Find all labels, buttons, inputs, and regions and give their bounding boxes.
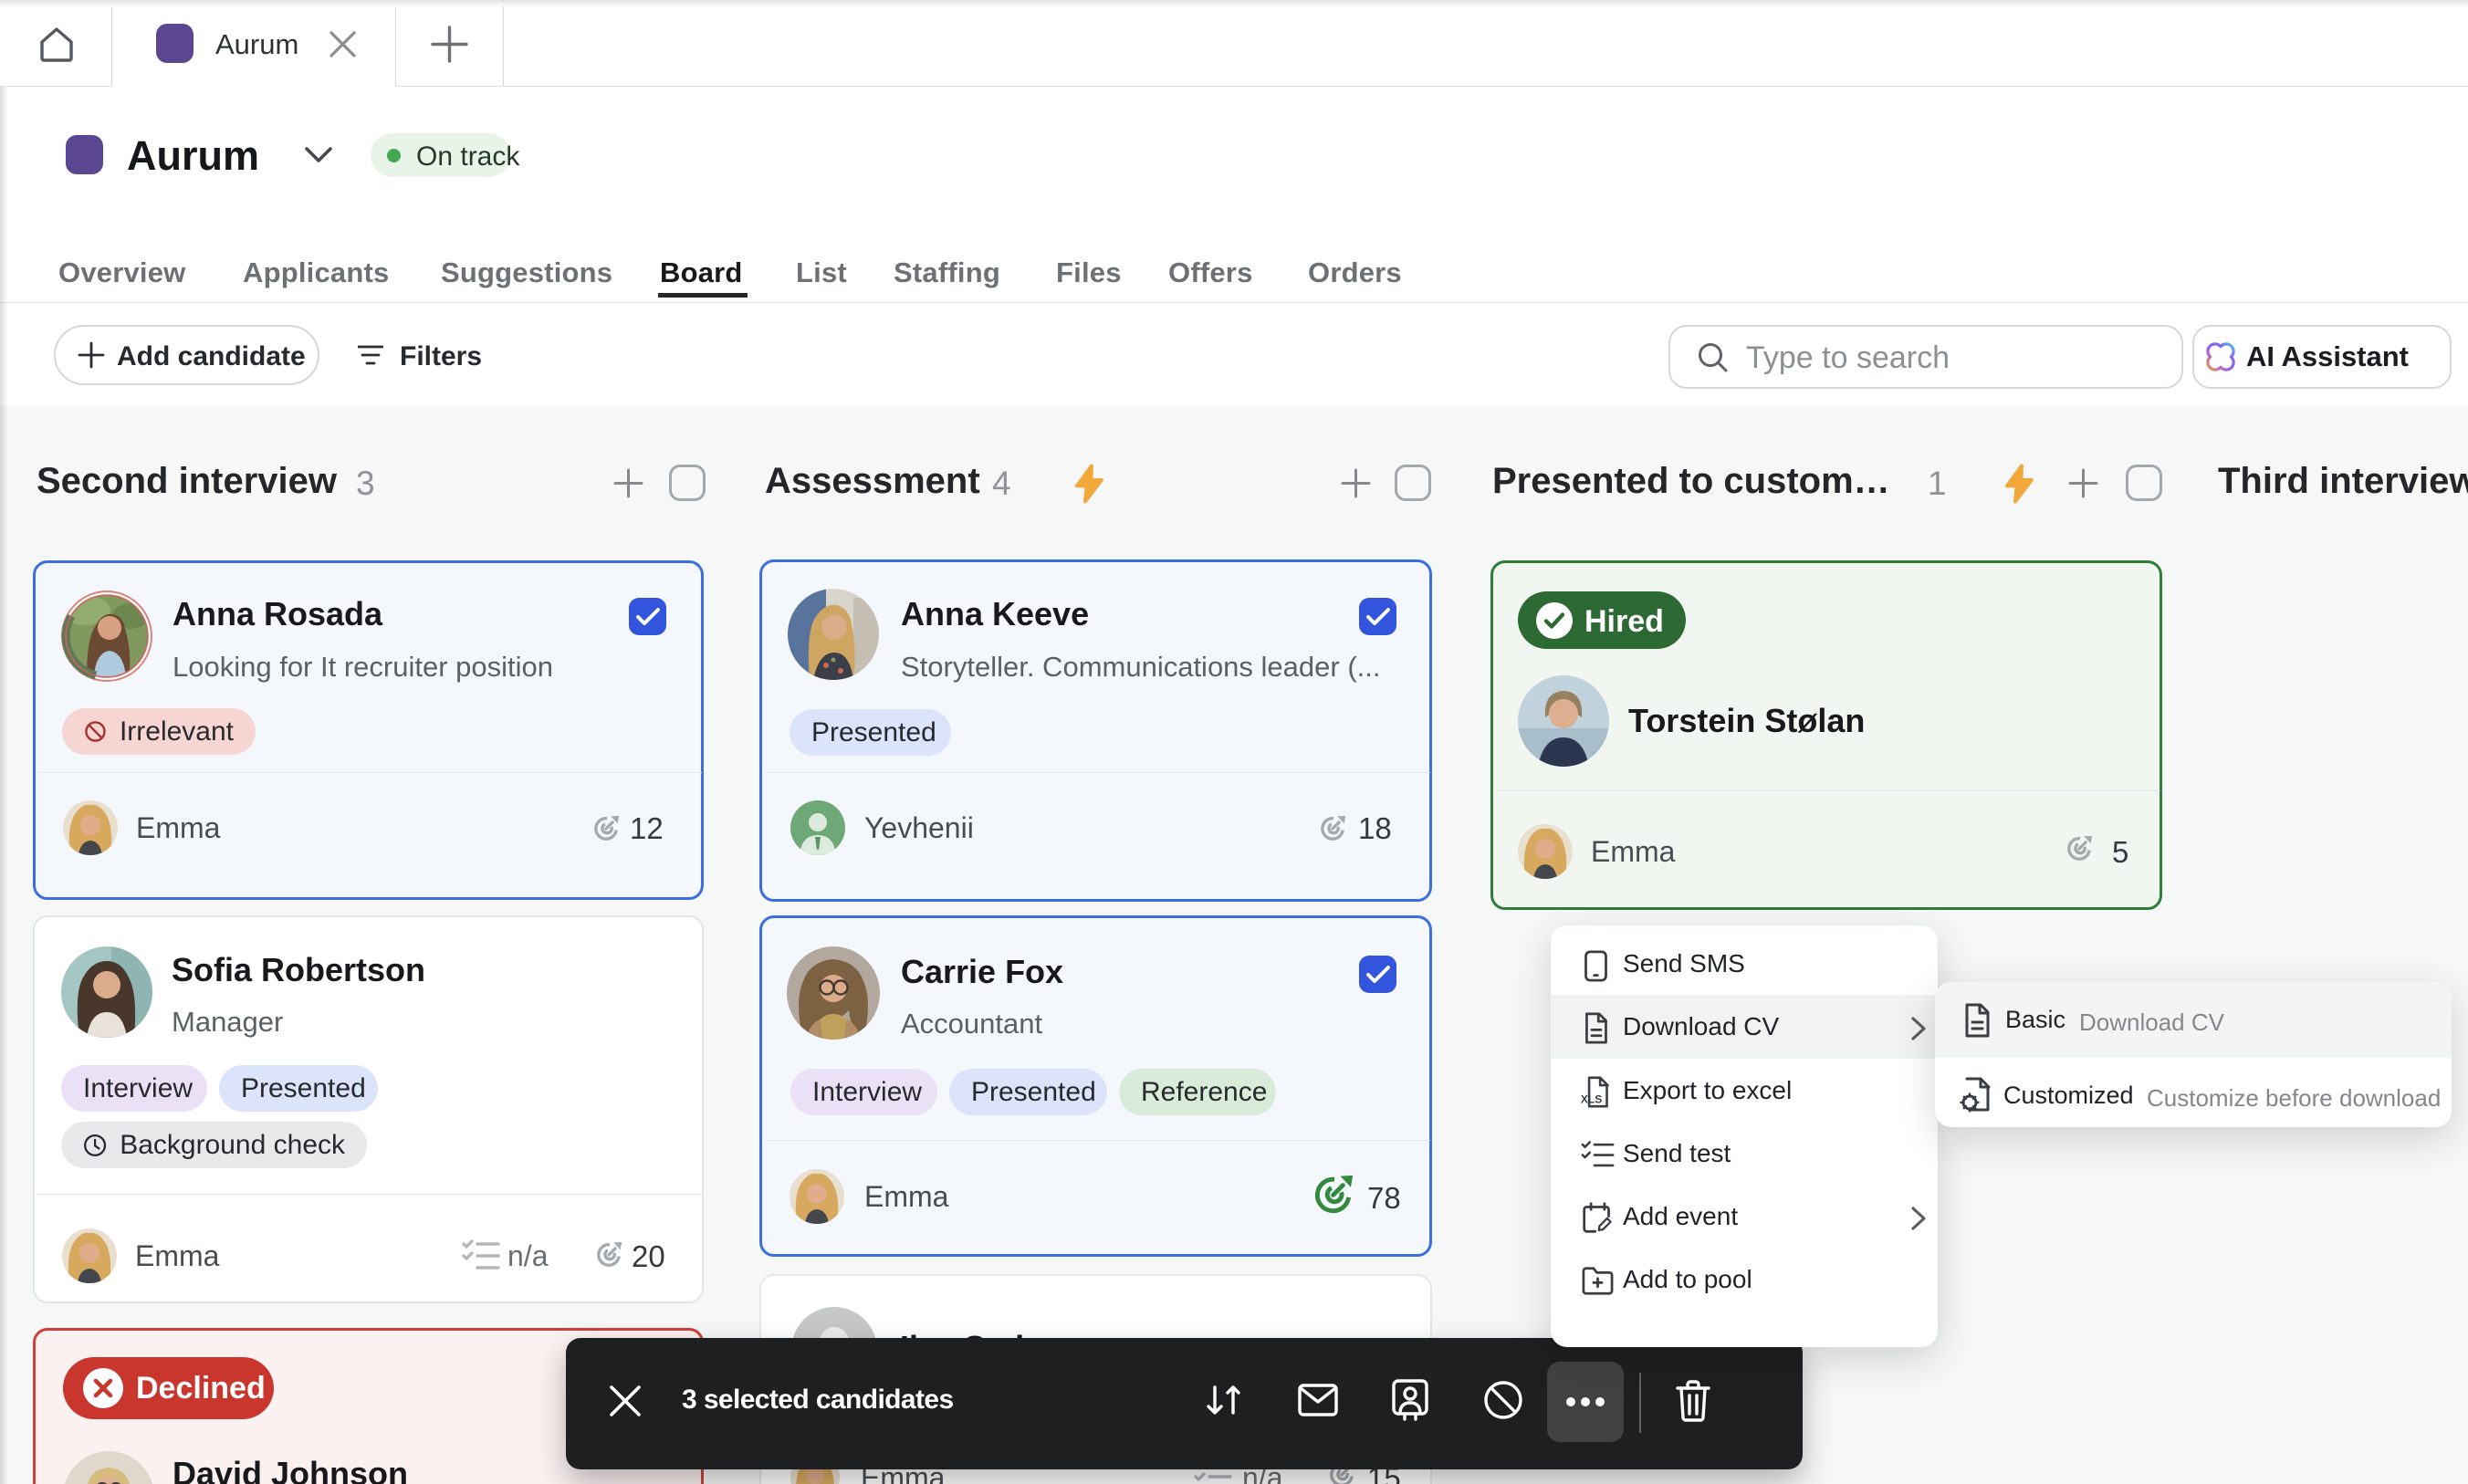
svg-text:XLS: XLS xyxy=(1581,1093,1602,1106)
